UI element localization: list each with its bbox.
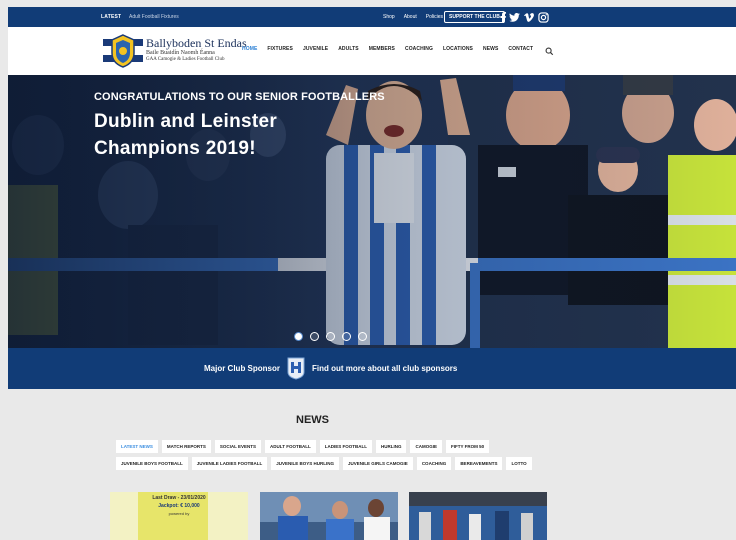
slider-dot-5[interactable] xyxy=(358,332,367,341)
nav-coaching[interactable]: COACHING xyxy=(405,46,433,52)
news-tag[interactable]: LOTTO xyxy=(506,457,532,470)
news-card-ladies[interactable] xyxy=(260,492,398,540)
news-tag[interactable]: CAMOGIE xyxy=(410,440,442,453)
slider-dot-2[interactable] xyxy=(310,332,319,341)
latest-news-ticker[interactable]: Adult Football Fixtures xyxy=(129,14,179,20)
nav-adults[interactable]: ADULTS xyxy=(338,46,359,52)
shop-link[interactable]: Shop xyxy=(383,14,395,20)
ladies-football-image xyxy=(260,492,398,540)
crowd-image xyxy=(409,492,547,540)
policies-link[interactable]: Policies xyxy=(426,14,443,20)
slider-dot-1[interactable] xyxy=(294,332,303,341)
news-tags: LATEST NEWS MATCH REPORTS SOCIAL EVENTS … xyxy=(116,440,536,470)
news-tag[interactable]: MATCH REPORTS xyxy=(161,440,211,453)
lotto-draw-date: Last Draw - 23/01/2020 xyxy=(152,495,206,501)
nav-locations[interactable]: LOCATIONS xyxy=(443,46,473,52)
sponsor-label: Major Club Sponsor xyxy=(204,364,280,373)
lotto-powered-by: powered by xyxy=(168,511,190,516)
page: LATEST Adult Football Fixtures Shop Abou… xyxy=(0,0,736,540)
top-links: Shop About Policies xyxy=(383,14,443,20)
search-icon[interactable] xyxy=(545,43,554,56)
sponsor-logo[interactable] xyxy=(286,356,306,380)
nav-fixtures[interactable]: FIXTURES xyxy=(267,46,293,52)
news-tag[interactable]: HURLING xyxy=(375,440,407,453)
hero-title: Dublin and Leinster Champions 2019! xyxy=(94,108,277,162)
news-tag[interactable]: ADULT FOOTBALL xyxy=(265,440,316,453)
news-heading: NEWS xyxy=(296,414,329,426)
sponsor-bar: Major Club Sponsor Find out more about a… xyxy=(8,348,736,389)
hero-title-line2: Champions 2019! xyxy=(94,138,256,159)
news-tag[interactable]: LADIES FOOTBALL xyxy=(319,440,372,453)
slider-dot-4[interactable] xyxy=(342,332,351,341)
about-link[interactable]: About xyxy=(404,14,417,20)
vimeo-icon[interactable] xyxy=(523,10,535,24)
news-tag[interactable]: SOCIAL EVENTS xyxy=(214,440,262,453)
support-the-club-button[interactable]: SUPPORT THE CLUB xyxy=(444,11,505,23)
slider-dot-3[interactable] xyxy=(326,332,335,341)
news-tag[interactable]: COACHING xyxy=(416,457,452,470)
hero-title-line1: Dublin and Leinster xyxy=(94,111,278,132)
top-bar: LATEST Adult Football Fixtures Shop Abou… xyxy=(8,7,736,27)
nav-contact[interactable]: CONTACT xyxy=(508,46,533,52)
news-tag[interactable]: JUVENILE BOYS HURLING xyxy=(271,457,340,470)
club-name-block[interactable]: Ballyboden St Endas Baile Buaidín Naomh … xyxy=(146,37,247,63)
hero-slider[interactable]: CONGRATULATIONS TO OUR SENIOR FOOTBALLER… xyxy=(8,75,736,348)
hero-kicker: CONGRATULATIONS TO OUR SENIOR FOOTBALLER… xyxy=(94,91,385,103)
news-tag[interactable]: JUVENILE LADIES FOOTBALL xyxy=(191,457,268,470)
nav-news[interactable]: NEWS xyxy=(483,46,498,52)
nav-home[interactable]: HOME xyxy=(242,46,257,52)
club-crest-logo[interactable] xyxy=(101,33,145,69)
club-name-irish: Baile Buaidín Naomh Éanna xyxy=(146,50,215,56)
news-tag[interactable]: LATEST NEWS xyxy=(116,440,158,453)
twitter-icon[interactable] xyxy=(508,10,520,24)
news-tag[interactable]: FIFTY FROM 50 xyxy=(445,440,490,453)
main-nav: HOME FIXTURES JUVENILE ADULTS MEMBERS CO… xyxy=(242,46,533,52)
news-card-lotto[interactable]: Last Draw - 23/01/2020 Jackpot: € 10,000… xyxy=(110,492,248,540)
news-tag[interactable]: JUVENILE BOYS FOOTBALL xyxy=(116,457,188,470)
sponsors-link[interactable]: Find out more about all club sponsors xyxy=(312,364,457,373)
news-card-crowd[interactable] xyxy=(409,492,547,540)
nav-juvenile[interactable]: JUVENILE xyxy=(303,46,328,52)
news-tag[interactable]: BEREAVEMENTS xyxy=(455,457,503,470)
latest-label: LATEST xyxy=(101,14,122,20)
slider-dots xyxy=(294,332,367,341)
club-subtitle: GAA Camogie & Ladies Football Club xyxy=(146,57,225,62)
instagram-icon[interactable] xyxy=(537,10,549,24)
lotto-jackpot: Jackpot: € 10,000 xyxy=(158,503,200,509)
nav-members[interactable]: MEMBERS xyxy=(369,46,395,52)
site-header: Ballyboden St Endas Baile Buaidín Naomh … xyxy=(8,27,736,75)
news-tag[interactable]: JUVENILE GIRLS CAMOGIE xyxy=(343,457,413,470)
club-name: Ballyboden St Endas xyxy=(146,36,247,50)
